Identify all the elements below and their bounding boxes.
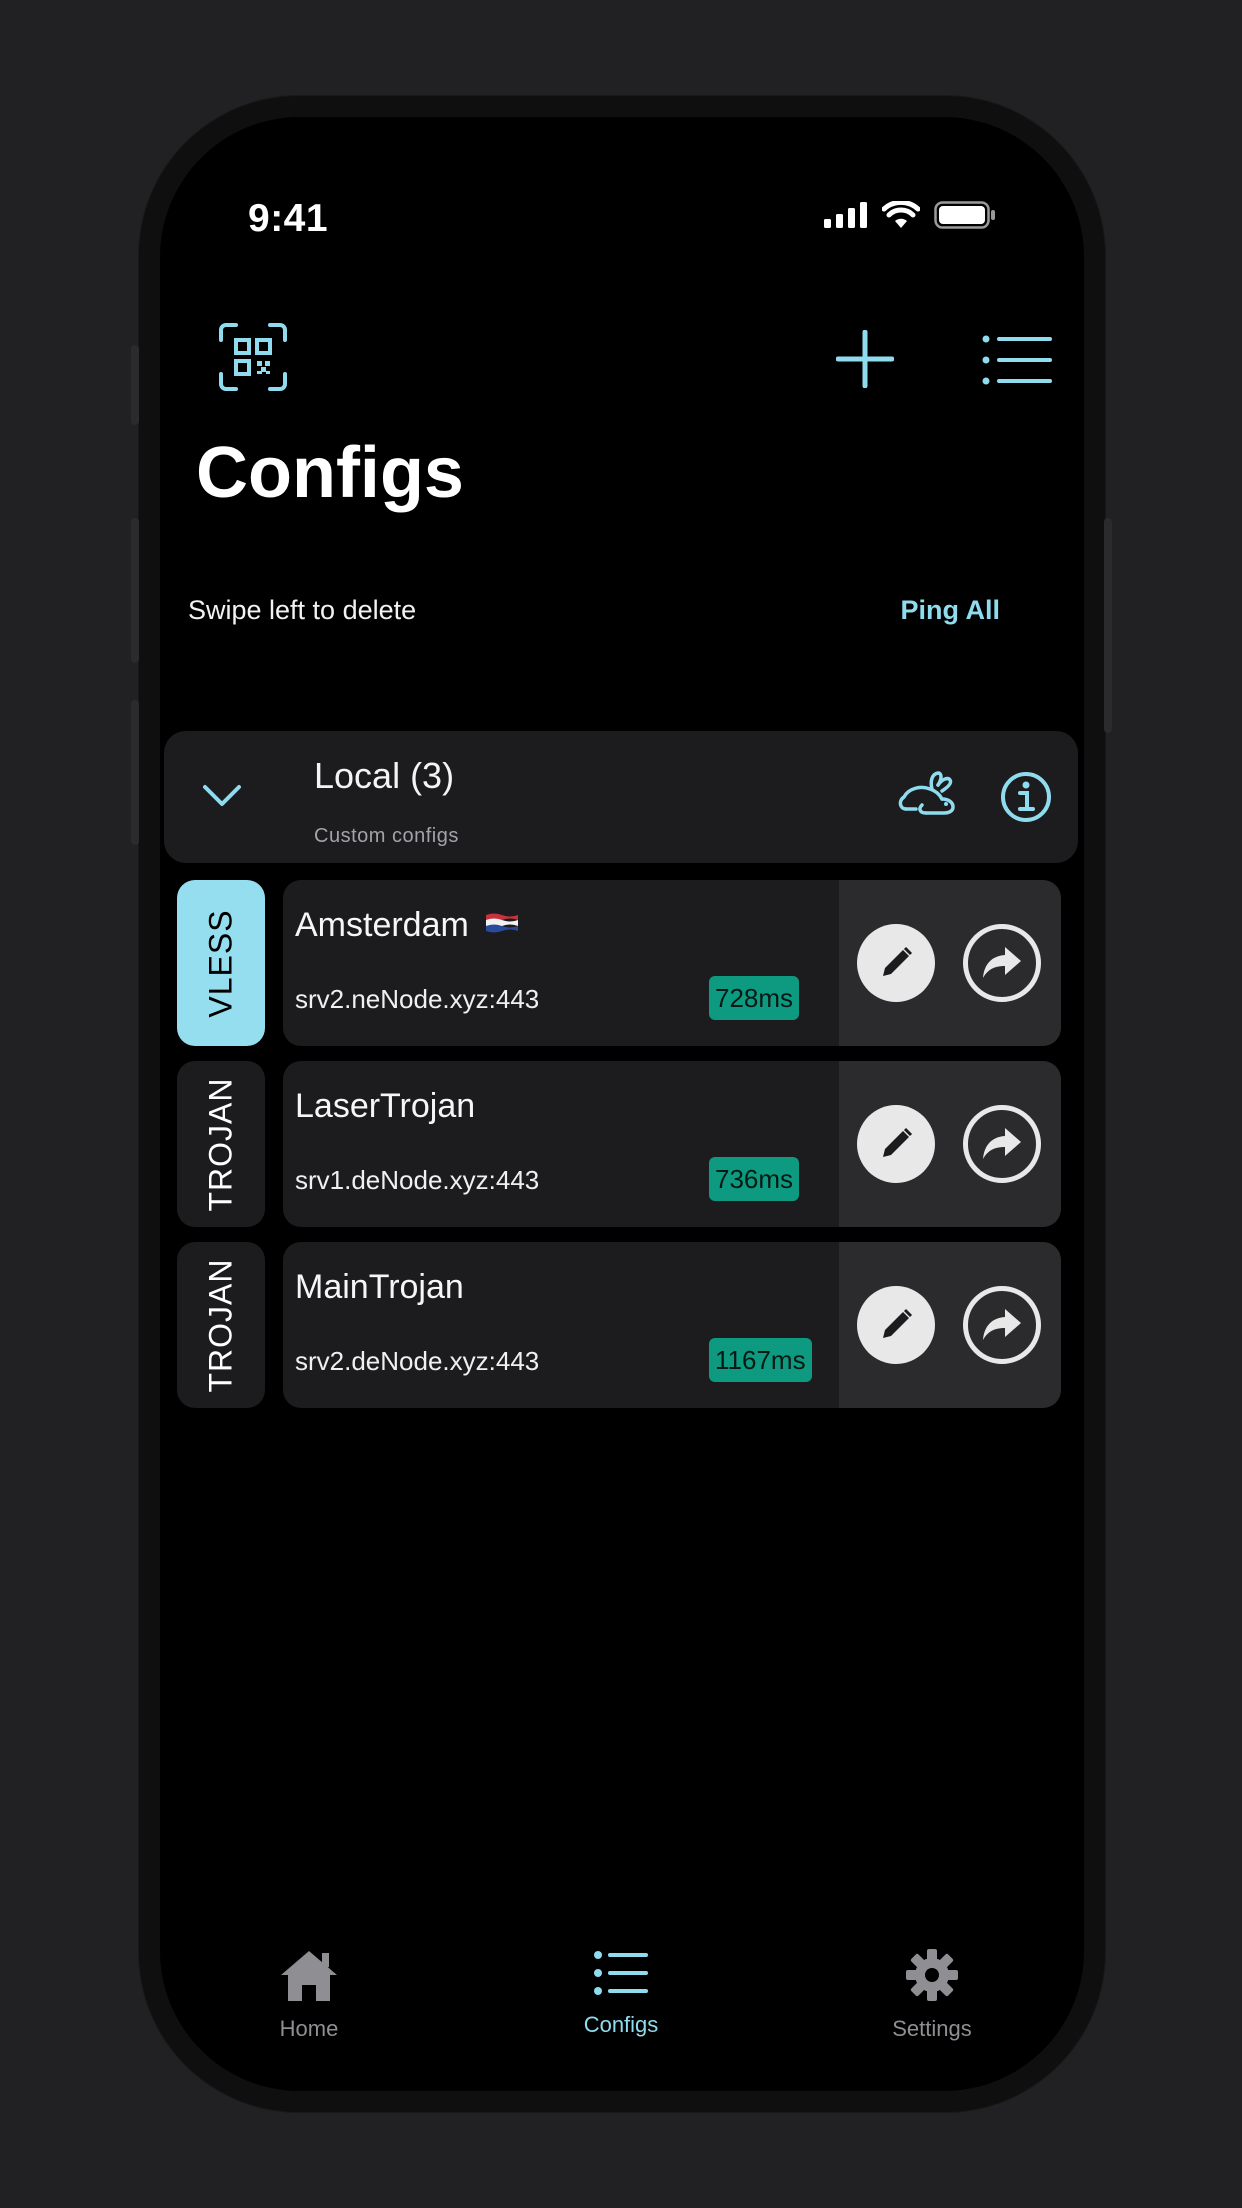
config-name: Amsterdam <box>295 906 519 945</box>
group-title: Local (3) <box>314 755 455 796</box>
ping-badge: 728ms <box>709 976 800 1020</box>
tab-configs-label: Configs <box>583 2012 659 2037</box>
config-host: srv2.neNode.xyz:443 <box>295 984 540 1014</box>
tab-home[interactable]: Home <box>229 1947 389 2042</box>
status-icons <box>824 201 996 229</box>
status-time: 9:41 <box>248 197 329 240</box>
group-subtitle: Custom configs <box>314 825 459 847</box>
wifi-icon <box>882 201 920 228</box>
home-icon <box>281 1951 337 2001</box>
share-arrow-icon <box>983 1128 1021 1159</box>
info-icon[interactable] <box>1000 771 1052 823</box>
tab-configs[interactable]: Configs <box>541 1947 701 2038</box>
gear-icon <box>906 1949 958 2001</box>
tab-settings[interactable]: Settings <box>852 1947 1012 2042</box>
netherlands-flag-icon <box>486 913 519 933</box>
phone-power-button <box>1104 518 1112 733</box>
protocol-tag: VLESS <box>177 880 265 1046</box>
battery-icon <box>934 201 995 229</box>
share-button[interactable] <box>963 1105 1041 1183</box>
share-button[interactable] <box>963 924 1041 1002</box>
pencil-icon <box>883 1127 913 1157</box>
tab-bar: Home Configs Settings <box>160 1947 1084 2067</box>
config-name-text: Amsterdam <box>295 906 469 944</box>
tab-settings-label: Settings <box>892 2016 972 2041</box>
config-row[interactable]: TROJAN LaserTrojan srv1.deNode.xyz:443 7… <box>177 1061 1061 1227</box>
share-button[interactable] <box>963 1286 1041 1364</box>
config-row[interactable]: TROJAN MainTrojan srv2.deNode.xyz:443 11… <box>177 1242 1061 1408</box>
protocol-label: TROJAN <box>202 1077 239 1211</box>
protocol-tag: TROJAN <box>177 1061 265 1227</box>
page-title: Configs <box>196 433 464 513</box>
config-card[interactable]: Amsterdam srv2.neNode.xyz:443 728ms <box>283 880 1061 1046</box>
edit-button[interactable] <box>857 924 935 1002</box>
list-icon[interactable] <box>982 335 1052 385</box>
ping-all-button[interactable]: Ping All <box>901 595 1001 626</box>
edit-button[interactable] <box>857 1286 935 1364</box>
group-header-local[interactable]: Local (3) Custom configs <box>164 731 1078 863</box>
ping-badge: 736ms <box>709 1157 800 1201</box>
pencil-icon <box>883 1308 913 1338</box>
share-arrow-icon <box>983 947 1021 978</box>
protocol-tag: TROJAN <box>177 1242 265 1408</box>
rabbit-speed-icon[interactable] <box>896 771 956 819</box>
edit-button[interactable] <box>857 1105 935 1183</box>
tab-home-label: Home <box>279 2016 339 2041</box>
share-arrow-icon <box>983 1309 1021 1340</box>
ping-badge: 1167ms <box>709 1338 812 1382</box>
config-name: MainTrojan <box>295 1268 464 1306</box>
config-card[interactable]: MainTrojan srv2.deNode.xyz:443 1167ms <box>283 1242 1061 1408</box>
config-row[interactable]: VLESS Amsterdam srv2.neNode.xyz:443 728m… <box>177 880 1061 1046</box>
config-host: srv2.deNode.xyz:443 <box>295 1346 540 1376</box>
phone-volume-down <box>131 700 139 845</box>
config-name: LaserTrojan <box>295 1087 476 1125</box>
list-icon <box>594 1951 648 1995</box>
phone-mute-switch <box>131 345 139 425</box>
pencil-icon <box>883 946 913 976</box>
app-screen: 9:41 Configs Swipe left to delete Ping A… <box>160 117 1084 2091</box>
chevron-down-icon[interactable] <box>202 783 242 809</box>
signal-icon <box>824 202 867 228</box>
swipe-hint: Swipe left to delete <box>188 595 417 625</box>
phone-volume-up <box>131 518 139 663</box>
qr-scan-icon[interactable] <box>218 322 288 392</box>
protocol-label: VLESS <box>202 908 239 1018</box>
plus-icon[interactable] <box>836 330 894 388</box>
config-card[interactable]: LaserTrojan srv1.deNode.xyz:443 736ms <box>283 1061 1061 1227</box>
row-actions <box>839 880 1061 1046</box>
row-actions <box>839 1242 1061 1408</box>
config-host: srv1.deNode.xyz:443 <box>295 1165 540 1195</box>
row-actions <box>839 1061 1061 1227</box>
protocol-label: TROJAN <box>202 1258 239 1392</box>
